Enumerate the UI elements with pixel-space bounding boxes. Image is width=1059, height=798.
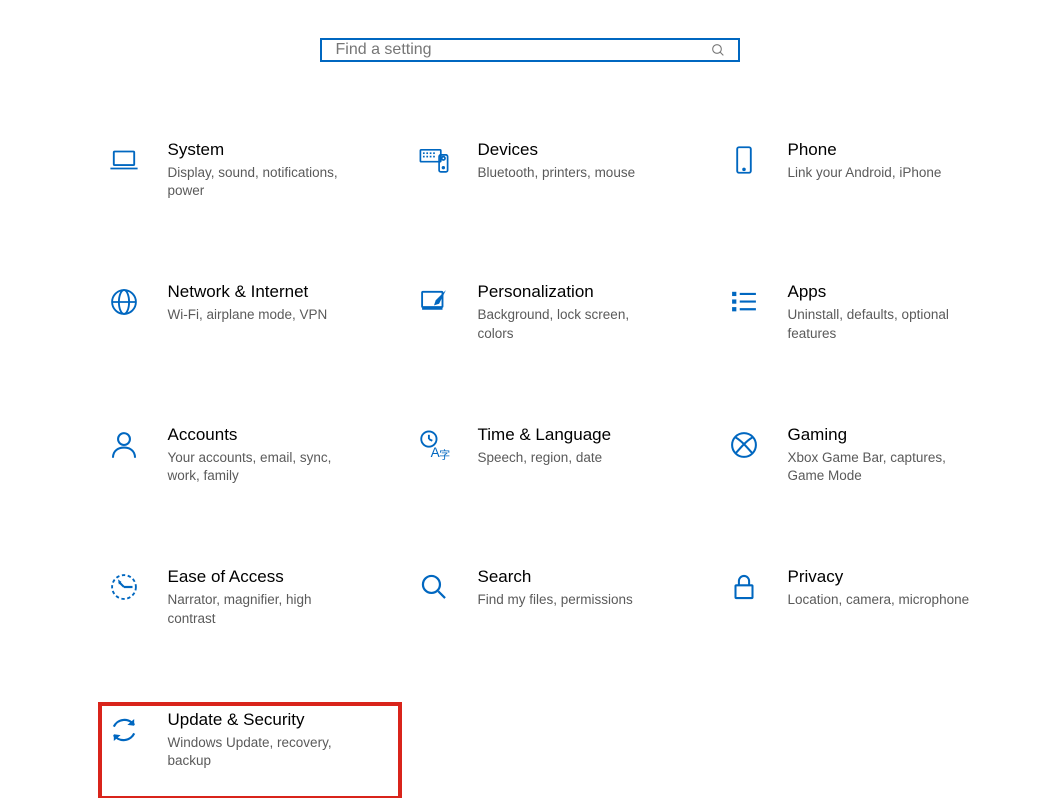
tile-phone[interactable]: Phone Link your Android, iPhone [720, 134, 1020, 218]
tile-personalization[interactable]: Personalization Background, lock screen,… [410, 276, 710, 360]
tile-title: Phone [788, 140, 1014, 160]
tile-desc: Xbox Game Bar, captures, Game Mode [788, 449, 978, 485]
tile-title: Ease of Access [168, 567, 394, 587]
time-language-icon: A 字 [416, 427, 452, 463]
tile-desc: Link your Android, iPhone [788, 164, 978, 182]
tile-search[interactable]: Search Find my files, permissions [410, 561, 710, 645]
tile-text: Gaming Xbox Game Bar, captures, Game Mod… [788, 425, 1014, 485]
ease-of-access-icon [106, 569, 142, 605]
tile-text: Network & Internet Wi-Fi, airplane mode,… [168, 282, 394, 324]
tile-network[interactable]: Network & Internet Wi-Fi, airplane mode,… [100, 276, 400, 360]
tile-desc: Find my files, permissions [478, 591, 668, 609]
tile-desc: Location, camera, microphone [788, 591, 978, 609]
tile-desc: Windows Update, recovery, backup [168, 734, 358, 770]
tile-title: Personalization [478, 282, 704, 302]
magnifier-icon [416, 569, 452, 605]
globe-icon [106, 284, 142, 320]
svg-text:字: 字 [439, 447, 450, 461]
tile-title: Privacy [788, 567, 1014, 587]
tile-update-security[interactable]: Update & Security Windows Update, recove… [100, 704, 400, 798]
tile-text: Accounts Your accounts, email, sync, wor… [168, 425, 394, 485]
tile-title: Network & Internet [168, 282, 394, 302]
tile-text: Time & Language Speech, region, date [478, 425, 704, 467]
tile-text: Devices Bluetooth, printers, mouse [478, 140, 704, 182]
tile-privacy[interactable]: Privacy Location, camera, microphone [720, 561, 1020, 645]
tile-text: Privacy Location, camera, microphone [788, 567, 1014, 609]
update-sync-icon [106, 712, 142, 748]
search-box[interactable] [320, 38, 740, 62]
paintbrush-icon [416, 284, 452, 320]
tile-gaming[interactable]: Gaming Xbox Game Bar, captures, Game Mod… [720, 419, 1020, 503]
tile-desc: Speech, region, date [478, 449, 668, 467]
tile-title: Update & Security [168, 710, 394, 730]
apps-list-icon [726, 284, 762, 320]
tile-desc: Display, sound, notifications, power [168, 164, 358, 200]
tile-text: Ease of Access Narrator, magnifier, high… [168, 567, 394, 627]
tile-time-language[interactable]: A 字 Time & Language Speech, region, date [410, 419, 710, 503]
tile-text: Update & Security Windows Update, recove… [168, 710, 394, 770]
tile-apps[interactable]: Apps Uninstall, defaults, optional featu… [720, 276, 1020, 360]
tile-ease-of-access[interactable]: Ease of Access Narrator, magnifier, high… [100, 561, 400, 645]
tile-accounts[interactable]: Accounts Your accounts, email, sync, wor… [100, 419, 400, 503]
tile-text: Apps Uninstall, defaults, optional featu… [788, 282, 1014, 342]
tile-text: Search Find my files, permissions [478, 567, 704, 609]
tile-desc: Bluetooth, printers, mouse [478, 164, 668, 182]
person-icon [106, 427, 142, 463]
keyboard-devices-icon [416, 142, 452, 178]
tile-devices[interactable]: Devices Bluetooth, printers, mouse [410, 134, 710, 218]
laptop-icon [106, 142, 142, 178]
lock-icon [726, 569, 762, 605]
tile-text: Personalization Background, lock screen,… [478, 282, 704, 342]
tile-desc: Your accounts, email, sync, work, family [168, 449, 358, 485]
tile-system[interactable]: System Display, sound, notifications, po… [100, 134, 400, 218]
search-icon [710, 42, 726, 58]
tile-title: Accounts [168, 425, 394, 445]
tile-title: System [168, 140, 394, 160]
tile-desc: Uninstall, defaults, optional features [788, 306, 978, 342]
tile-title: Gaming [788, 425, 1014, 445]
tile-title: Apps [788, 282, 1014, 302]
tile-desc: Background, lock screen, colors [478, 306, 668, 342]
tile-title: Search [478, 567, 704, 587]
search-input[interactable] [334, 40, 710, 60]
tile-title: Devices [478, 140, 704, 160]
tile-text: Phone Link your Android, iPhone [788, 140, 1014, 182]
tile-desc: Narrator, magnifier, high contrast [168, 591, 358, 627]
xbox-icon [726, 427, 762, 463]
tile-text: System Display, sound, notifications, po… [168, 140, 394, 200]
settings-grid: System Display, sound, notifications, po… [30, 134, 1030, 798]
settings-home: System Display, sound, notifications, po… [0, 0, 1059, 763]
tile-desc: Wi-Fi, airplane mode, VPN [168, 306, 358, 324]
phone-icon [726, 142, 762, 178]
tile-title: Time & Language [478, 425, 704, 445]
